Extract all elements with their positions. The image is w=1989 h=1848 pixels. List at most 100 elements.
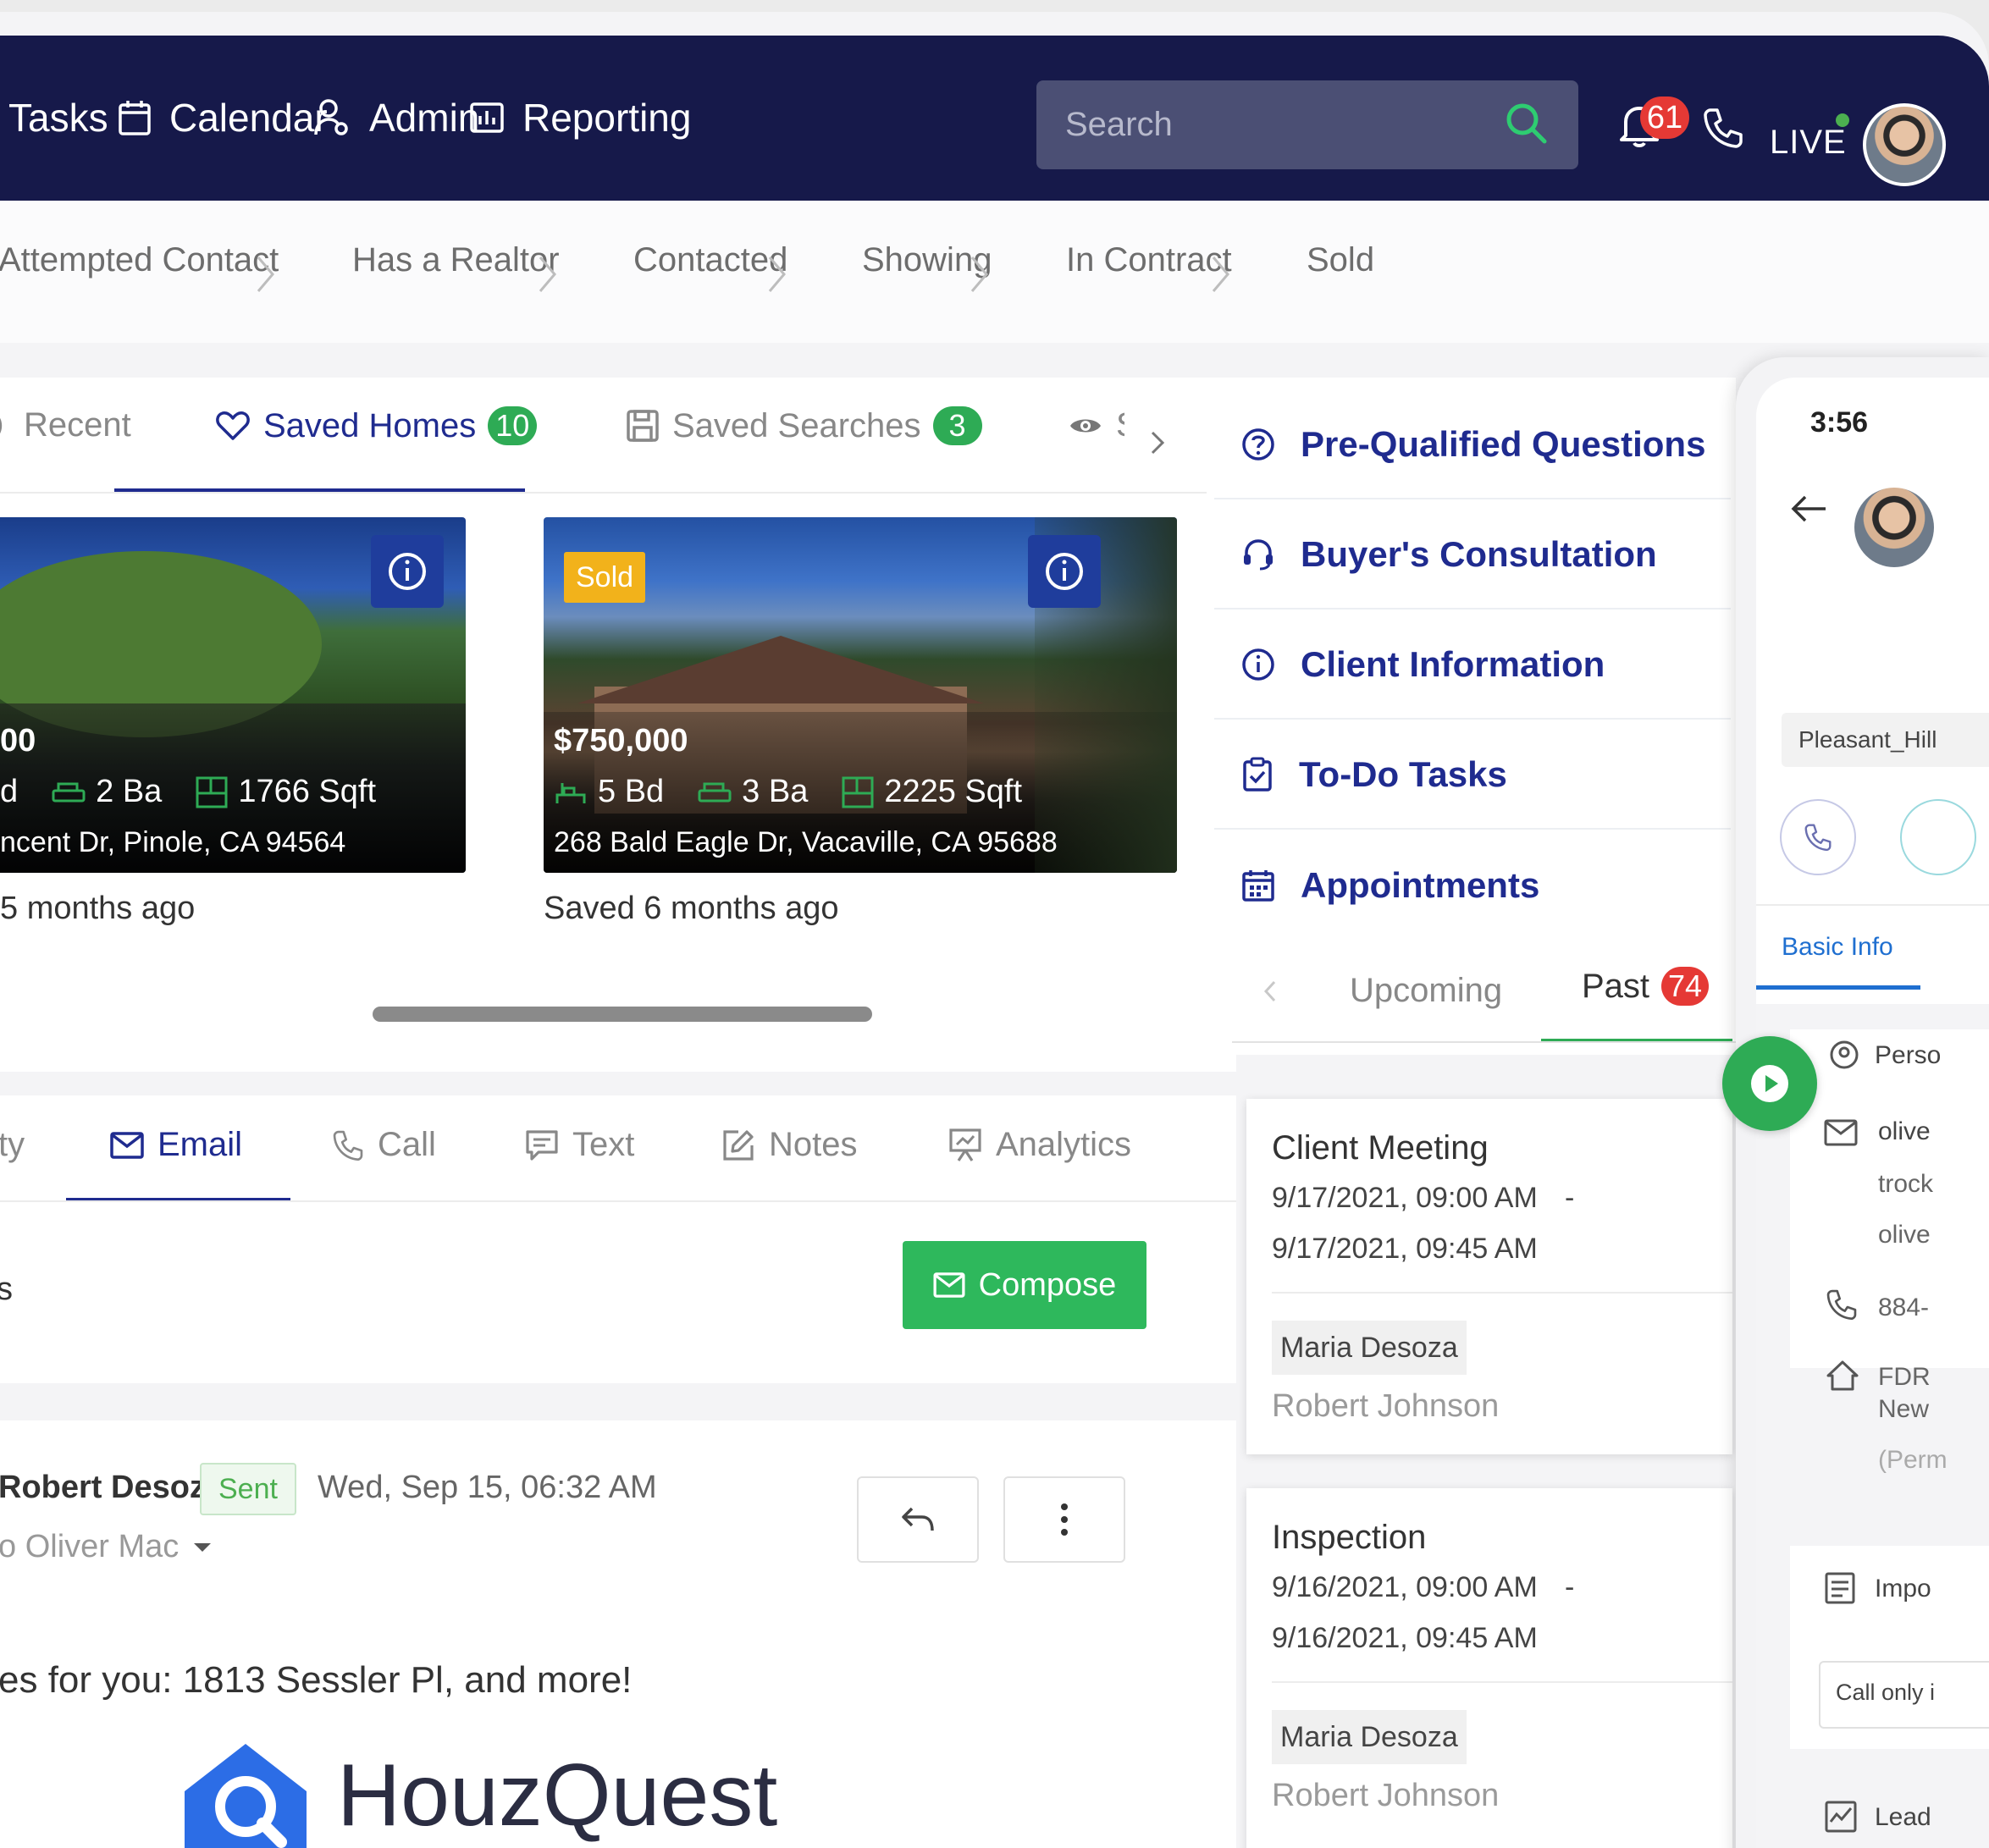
nav-calendar[interactable]: Calendar <box>119 95 328 141</box>
save-icon <box>627 410 659 442</box>
menu-client-information[interactable]: Client Information <box>1214 611 1731 720</box>
message-contact-button[interactable] <box>1900 799 1976 875</box>
menu-pre-qualified-questions[interactable]: Pre-Qualified Questions <box>1214 391 1731 499</box>
calendar-grid-icon <box>1242 870 1274 902</box>
search-input[interactable] <box>1065 99 1472 150</box>
property-baths: 3 Ba <box>742 774 809 809</box>
stage-has-a-realtor[interactable]: Has a Realtor <box>352 241 560 279</box>
floorplan-icon <box>842 776 874 808</box>
tab-saved-searches-label: Saved Searches <box>672 406 921 444</box>
divider <box>1272 1292 1732 1294</box>
chevron-right-icon[interactable] <box>1150 430 1165 455</box>
tab-activity-label: ty <box>0 1126 25 1163</box>
info-row: trock <box>1878 1170 1934 1198</box>
tab-saved-homes[interactable]: Saved Homes 10 <box>216 406 538 445</box>
question-circle-icon <box>1242 428 1274 461</box>
tab-past[interactable]: Past 74 <box>1582 967 1710 1006</box>
tab-upcoming[interactable]: Upcoming <box>1350 972 1502 1010</box>
user-circle-icon <box>1830 1040 1859 1069</box>
tab-email-label: Email <box>157 1126 243 1163</box>
tab-analytics[interactable]: Analytics <box>948 1126 1131 1164</box>
live-status-label[interactable]: LIVE <box>1770 124 1847 162</box>
heart-icon <box>216 411 250 440</box>
property-info-button[interactable] <box>1028 535 1101 608</box>
tab-divider <box>0 1200 1236 1202</box>
email-recipient[interactable]: o Oliver Mac <box>0 1529 213 1565</box>
tab-viewed[interactable]: S <box>1069 406 1124 444</box>
tab-email[interactable]: Email <box>110 1126 242 1164</box>
stage-contacted[interactable]: Contacted <box>633 241 787 279</box>
stage-attempted-contact[interactable]: Attempted Contact <box>0 241 279 279</box>
tab-notes-label: Notes <box>769 1126 858 1163</box>
chevron-right-icon <box>257 257 274 292</box>
tab-text-label: Text <box>572 1126 635 1163</box>
phone-icon[interactable] <box>1702 107 1744 149</box>
divider <box>1272 1681 1732 1683</box>
call-contact-button[interactable] <box>1780 799 1856 875</box>
stage-in-contract[interactable]: In Contract <box>1066 241 1232 279</box>
property-sqft: 1766 Sqft <box>238 774 376 809</box>
appointment-card[interactable]: Inspection 9/16/2021, 09:00 AM - 9/16/20… <box>1246 1488 1732 1848</box>
nav-admin[interactable]: Admin <box>313 95 479 141</box>
calendar-icon <box>119 101 151 135</box>
property-info-button[interactable] <box>371 535 444 608</box>
tab-recent-label: Recent <box>24 406 131 444</box>
appointment-client: Robert Johnson <box>1272 1388 1500 1424</box>
logo-text: HouzQuest <box>337 1746 778 1845</box>
tab-viewed-label: S <box>1116 406 1124 444</box>
tab-recent[interactable]: Recent <box>0 406 131 444</box>
tab-saved-searches[interactable]: Saved Searches 3 <box>627 406 982 445</box>
play-icon <box>1751 1065 1788 1102</box>
email-status-badge: Sent <box>200 1463 296 1515</box>
floorplan-icon <box>196 776 228 808</box>
property-address: 268 Bald Eagle Dr, Vacaville, CA 95688 <box>554 826 1058 858</box>
mail-icon <box>933 1272 965 1298</box>
horizontal-scrollbar[interactable] <box>373 1007 872 1022</box>
clock-icon <box>0 417 3 433</box>
info-row: (Perm <box>1878 1446 1948 1474</box>
property-baths: 2 Ba <box>96 774 163 809</box>
info-row: Perso <box>1875 1041 1942 1069</box>
user-avatar[interactable] <box>1863 103 1946 186</box>
tab-analytics-label: Analytics <box>996 1126 1132 1163</box>
search-icon[interactable] <box>1504 101 1548 145</box>
appointment-end: 9/17/2021, 09:45 AM <box>1272 1233 1538 1265</box>
phone-icon <box>333 1130 363 1161</box>
tab-activity[interactable]: ty <box>0 1126 25 1164</box>
menu-label: Pre-Qualified Questions <box>1301 424 1706 464</box>
tab-notes[interactable]: Notes <box>721 1126 858 1164</box>
compose-button[interactable]: Compose <box>903 1241 1146 1329</box>
back-arrow-icon[interactable] <box>1790 494 1827 523</box>
message-icon <box>526 1129 558 1161</box>
appointment-separator: - <box>1565 1571 1575 1603</box>
stage-sold[interactable]: Sold <box>1307 241 1374 279</box>
play-button[interactable] <box>1722 1036 1817 1131</box>
tab-text[interactable]: Text <box>525 1126 634 1164</box>
phone-icon <box>1804 824 1832 852</box>
email-recipient-label: o Oliver Mac <box>0 1529 180 1564</box>
nav-tasks-label: Tasks <box>8 96 108 140</box>
roof-shape <box>577 636 984 703</box>
info-icon <box>1046 553 1083 590</box>
appointment-card[interactable]: Client Meeting 9/17/2021, 09:00 AM - 9/1… <box>1246 1099 1732 1454</box>
property-sqft: 2225 Sqft <box>884 774 1023 809</box>
menu-appointments[interactable]: Appointments <box>1214 831 1731 940</box>
property-beds: 5 Bd <box>598 774 665 809</box>
appointment-agent: Maria Desoza <box>1272 1321 1467 1375</box>
chevron-left-icon[interactable] <box>1263 979 1277 1003</box>
menu-label: Appointments <box>1301 865 1540 905</box>
tab-call[interactable]: Call <box>332 1126 436 1164</box>
appointment-start: 9/16/2021, 09:00 AM <box>1272 1571 1538 1603</box>
info-row: New <box>1878 1395 1930 1423</box>
nav-tasks[interactable]: Tasks <box>8 95 108 141</box>
live-status-dot <box>1836 113 1849 127</box>
info-row: 884- <box>1878 1294 1930 1321</box>
more-options-button[interactable] <box>1003 1476 1125 1563</box>
tab-basic-info[interactable]: Basic Info <box>1782 933 1893 962</box>
reply-button[interactable] <box>857 1476 979 1563</box>
nav-reporting[interactable]: Reporting <box>470 95 691 141</box>
email-subject: es for you: 1813 Sessler Pl, and more! <box>0 1659 633 1701</box>
menu-to-do-tasks[interactable]: To-Do Tasks <box>1214 721 1731 830</box>
appointment-agent: Maria Desoza <box>1272 1710 1467 1764</box>
menu-buyers-consultation[interactable]: Buyer's Consultation <box>1214 501 1731 610</box>
